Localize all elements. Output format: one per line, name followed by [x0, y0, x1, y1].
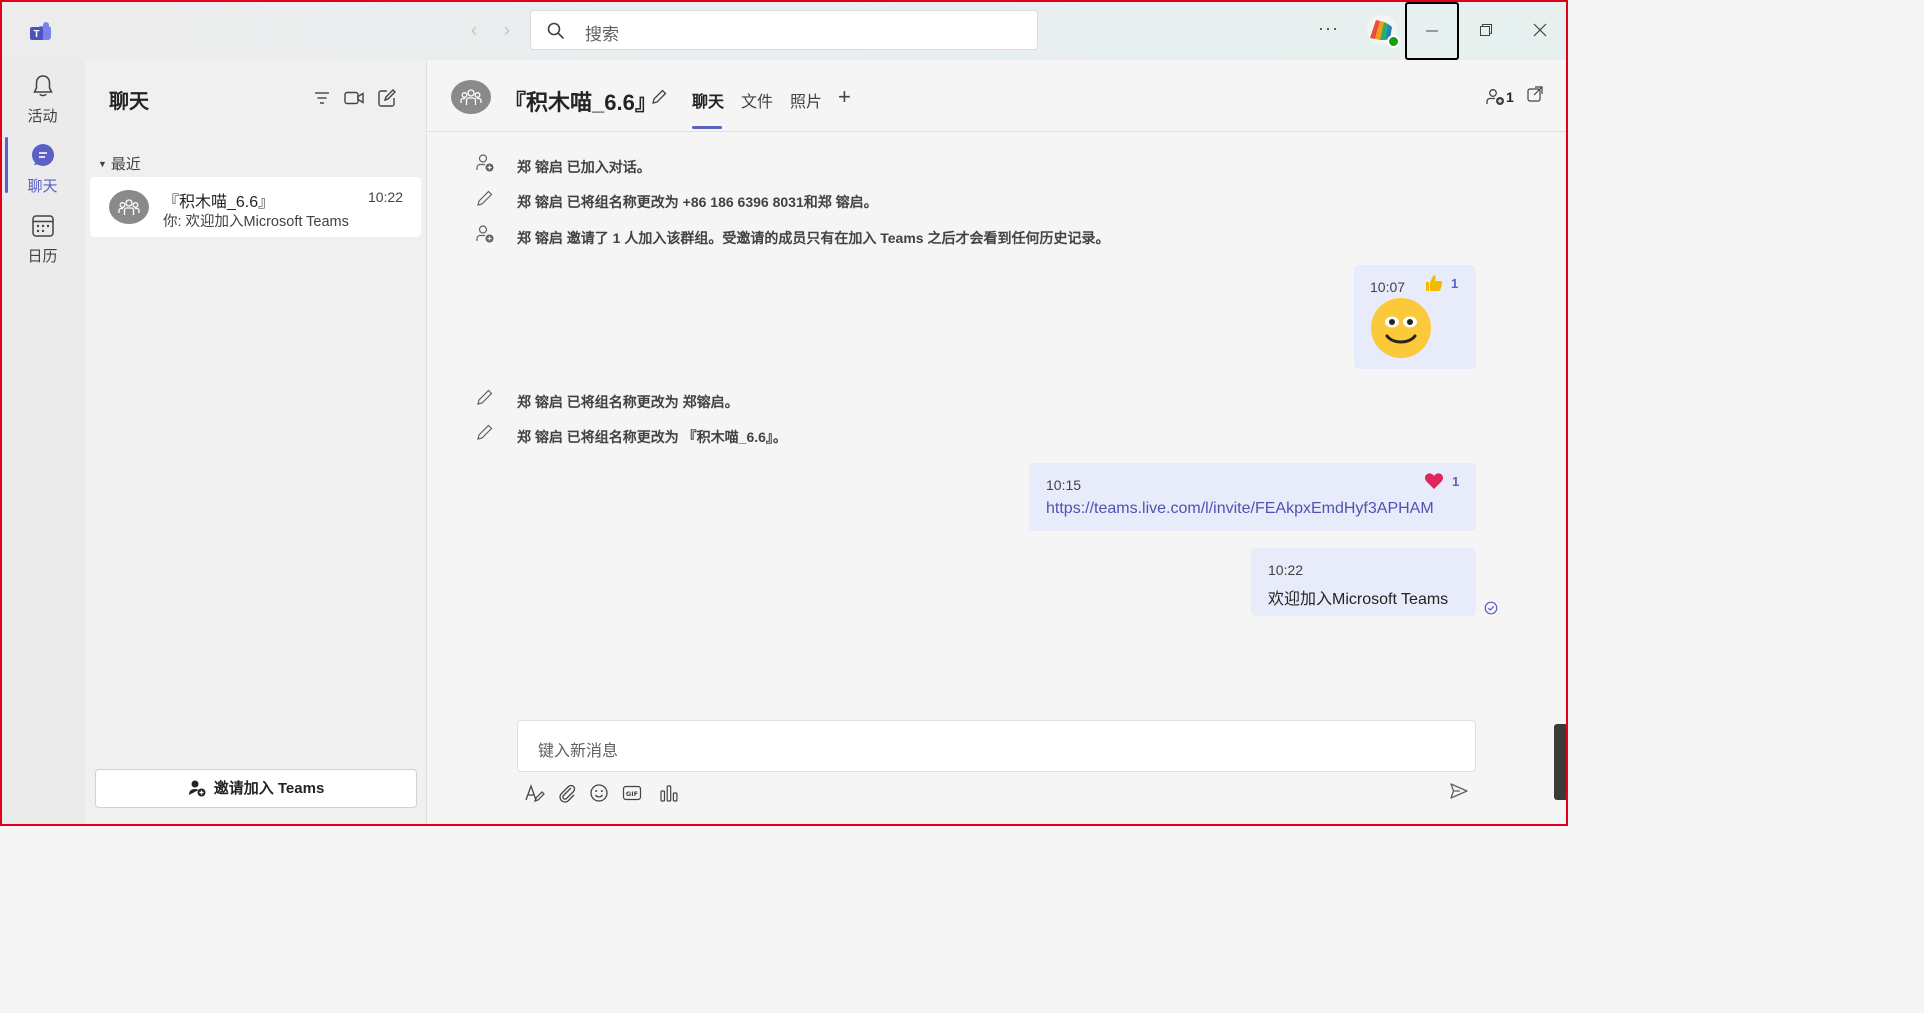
message-placeholder: 键入新消息: [538, 743, 619, 760]
message-bubble[interactable]: 10:07 1: [1354, 265, 1476, 369]
close-icon: [1533, 23, 1547, 37]
pencil-icon: [477, 389, 493, 405]
scrollbar-thumb[interactable]: [1554, 724, 1568, 800]
heart-icon[interactable]: [1424, 472, 1444, 490]
rail-item-label: 日历: [27, 248, 58, 265]
group-icon: [460, 89, 482, 105]
search-icon: [547, 22, 565, 40]
pencil-icon: [477, 424, 493, 440]
more-options-icon[interactable]: ···: [1318, 18, 1339, 39]
conversation-header: 『积木喵_6.6』 聊天 文件 照片 + 1: [428, 60, 1568, 132]
tab-photos[interactable]: 照片: [790, 88, 822, 112]
attach-icon[interactable]: [556, 782, 578, 804]
format-text-icon[interactable]: [523, 782, 545, 804]
chat-name: 『积木喵_6.6』: [163, 194, 275, 211]
new-chat-icon[interactable]: [376, 87, 398, 109]
reaction-count: 1: [1451, 276, 1459, 291]
conversation-title: 『积木喵_6.6』: [504, 90, 657, 115]
person-add-icon: [476, 154, 494, 172]
teams-logo-icon: T: [30, 22, 51, 40]
rail-item-label: 活动: [27, 108, 58, 125]
chat-list-pane: 聊天 ▼ 最近 『积木喵_6.6』 10:22 你: 欢迎加入Microsoft …: [85, 60, 427, 826]
chat-preview: 你: 欢迎加入Microsoft Teams: [163, 214, 349, 230]
title-bar: T ‹ › 搜索 ···: [0, 0, 1568, 60]
participant-count: 1: [1506, 89, 1514, 105]
minimize-icon: [1426, 30, 1438, 32]
gif-icon[interactable]: GIF: [621, 782, 643, 804]
active-tab-indicator: [692, 126, 722, 129]
caret-down-icon: ▼: [98, 159, 107, 169]
profile-avatar[interactable]: [1366, 14, 1400, 48]
message-time: 10:15: [1046, 477, 1082, 493]
section-label: 最近: [110, 156, 141, 173]
rail-item-activity[interactable]: 活动: [0, 65, 85, 127]
system-message: 郑 镕启 已加入对话。: [517, 159, 651, 175]
person-add-icon: [188, 780, 206, 797]
message-time: 10:22: [1268, 562, 1304, 578]
chat-list-item[interactable]: 『积木喵_6.6』 10:22 你: 欢迎加入Microsoft Teams: [90, 177, 421, 237]
invite-link[interactable]: https://teams.live.com/l/invite/FEAkpxEm…: [1046, 500, 1434, 518]
search-placeholder: 搜索: [585, 25, 619, 44]
message-bubble[interactable]: 10:15 1 https://teams.live.com/l/invite/…: [1029, 463, 1476, 531]
minimize-button[interactable]: [1405, 2, 1459, 60]
popout-icon[interactable]: [1527, 86, 1543, 102]
svg-text:GIF: GIF: [626, 790, 638, 798]
message-time: 10:07: [1370, 279, 1406, 295]
poll-icon[interactable]: [658, 782, 680, 804]
section-recent[interactable]: ▼ 最近: [98, 153, 141, 174]
conversation-pane: 『积木喵_6.6』 聊天 文件 照片 + 1 郑 镕启 已加入对话。 郑 镕启 …: [428, 60, 1568, 826]
tab-files[interactable]: 文件: [741, 88, 773, 112]
system-message: 郑 镕启 已将组名称更改为 『积木喵_6.6』。: [517, 429, 787, 445]
rail-item-chat[interactable]: 聊天: [0, 135, 85, 197]
group-avatar: [451, 80, 491, 114]
app-rail: 活动 聊天 日历: [0, 60, 85, 826]
system-message: 郑 镕启 已将组名称更改为 郑镕启。: [517, 394, 739, 410]
tab-chat[interactable]: 聊天: [692, 88, 724, 112]
message-input[interactable]: 键入新消息: [517, 720, 1476, 772]
invite-to-teams-button[interactable]: 邀请加入 Teams: [95, 769, 417, 808]
participants-button[interactable]: 1: [1486, 88, 1514, 106]
rail-item-calendar[interactable]: 日历: [0, 205, 85, 267]
invite-label: 邀请加入 Teams: [213, 780, 325, 797]
message-text: 欢迎加入Microsoft Teams: [1268, 591, 1449, 608]
video-call-icon[interactable]: [343, 87, 365, 109]
pencil-icon: [477, 190, 493, 206]
restore-button[interactable]: [1459, 0, 1513, 60]
message-bubble[interactable]: 10:22 欢迎加入Microsoft Teams: [1251, 548, 1476, 616]
rail-item-label: 聊天: [27, 178, 58, 195]
add-tab-icon[interactable]: +: [838, 84, 851, 110]
bell-icon: [33, 75, 53, 97]
person-add-icon: [476, 225, 494, 243]
filter-icon[interactable]: [311, 87, 333, 109]
send-icon[interactable]: [1449, 781, 1469, 801]
people-icon: [1486, 89, 1504, 105]
calendar-icon: [32, 215, 54, 237]
system-message: 郑 镕启 邀请了 1 人加入该群组。受邀请的成员只有在加入 Teams 之后才会…: [517, 230, 1110, 246]
chat-icon: [32, 144, 54, 166]
chat-list-title: 聊天: [109, 91, 149, 113]
forward-arrow-icon[interactable]: ›: [497, 20, 517, 40]
back-arrow-icon[interactable]: ‹: [464, 20, 484, 40]
search-input[interactable]: 搜索: [530, 10, 1038, 50]
thumbs-up-icon[interactable]: [1424, 273, 1444, 293]
reaction-count: 1: [1452, 474, 1460, 489]
restore-icon: [1480, 24, 1492, 36]
chat-time: 10:22: [367, 189, 403, 205]
sent-status-icon: [1484, 601, 1498, 615]
group-icon: [118, 199, 140, 215]
system-message: 郑 镕启 已将组名称更改为 +86 186 6396 8031和郑 镕启。: [517, 194, 878, 210]
group-avatar: [109, 190, 149, 224]
emoji-icon[interactable]: [588, 782, 610, 804]
presence-available-icon: [1387, 35, 1400, 48]
rename-pencil-icon[interactable]: [650, 88, 668, 106]
svg-text:T: T: [33, 29, 39, 40]
smiley-face-icon: [1371, 298, 1431, 358]
close-button[interactable]: [1513, 0, 1567, 60]
